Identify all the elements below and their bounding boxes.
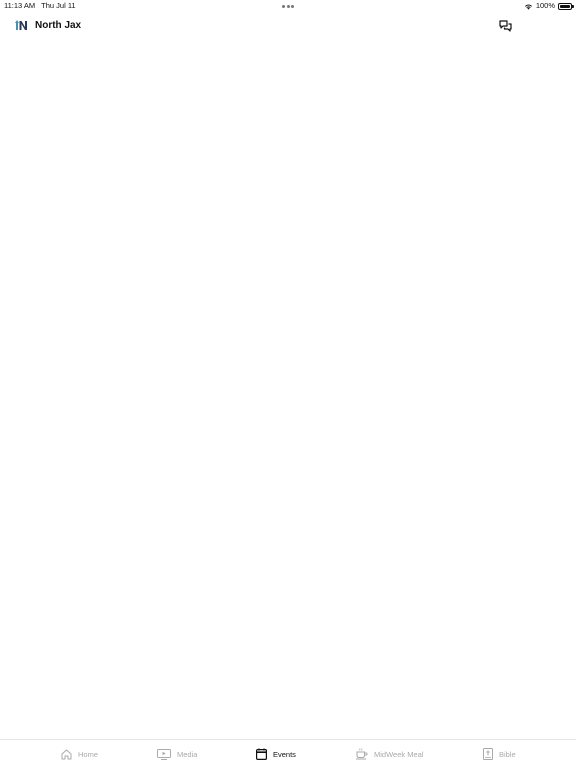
status-bar: 11:13 AM Thu Jul 11 100% — [0, 0, 576, 12]
bible-icon — [483, 748, 493, 760]
chat-bubbles-icon — [498, 20, 512, 32]
tab-bar: Home Media Events MidWeek Meal Bible — [0, 739, 576, 768]
status-right: 100% — [524, 0, 574, 12]
tab-label: Media — [177, 749, 198, 759]
tab-label: Home — [78, 749, 99, 759]
battery-fill — [560, 4, 570, 8]
tab-label: Events — [273, 749, 296, 759]
tab-media[interactable]: Media — [157, 747, 197, 761]
status-time: 11:13 AM — [4, 1, 36, 10]
status-left: 11:13 AM Thu Jul 11 — [4, 0, 76, 12]
battery-percent: 100% — [535, 1, 555, 10]
coffee-cup-icon — [356, 748, 368, 760]
tab-midweek-meal[interactable]: MidWeek Meal — [356, 747, 423, 761]
multitasking-dots-icon[interactable] — [282, 0, 294, 12]
status-date: Thu Jul 11 — [41, 1, 76, 10]
battery-icon — [558, 2, 574, 10]
events-content-area — [0, 40, 576, 739]
tab-bible[interactable]: Bible — [483, 747, 516, 761]
wifi-icon — [524, 4, 532, 10]
tab-home[interactable]: Home — [61, 747, 98, 761]
tab-label: MidWeek Meal — [374, 749, 424, 759]
page-title: North Jax — [35, 20, 82, 31]
tab-label: Bible — [499, 749, 516, 759]
north-jax-logo — [15, 20, 27, 30]
tab-events[interactable]: Events — [256, 747, 296, 761]
tv-play-icon — [157, 748, 171, 760]
home-icon — [61, 749, 72, 759]
calendar-icon — [256, 748, 267, 760]
chat-button[interactable] — [497, 18, 513, 34]
app-header: North Jax — [0, 14, 576, 38]
